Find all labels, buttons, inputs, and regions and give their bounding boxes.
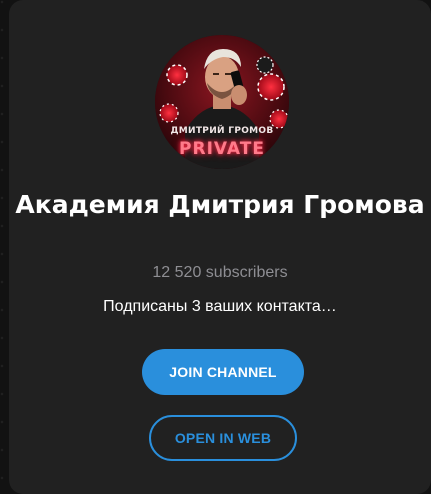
avatar-caption-text: ДМИТРИЙ ГРОМОВ	[170, 126, 274, 136]
channel-preview-card: ДМИТРИЙ ГРОМОВ PRIVATE Академия Дмитрия …	[9, 0, 431, 494]
page-background: ДМИТРИЙ ГРОМОВ PRIVATE Академия Дмитрия …	[0, 0, 431, 494]
subscriber-count: 12 520 subscribers	[152, 264, 288, 281]
channel-title: Академия Дмитрия Громова	[15, 190, 425, 219]
open-in-web-button[interactable]: OPEN IN WEB	[149, 415, 297, 461]
channel-avatar: ДМИТРИЙ ГРОМОВ PRIVATE	[155, 35, 289, 169]
join-channel-button[interactable]: JOIN CHANNEL	[142, 349, 304, 395]
avatar-private-badge: PRIVATE	[179, 139, 265, 159]
contacts-subscribed-text: Подписаны 3 ваших контакта…	[103, 298, 337, 315]
